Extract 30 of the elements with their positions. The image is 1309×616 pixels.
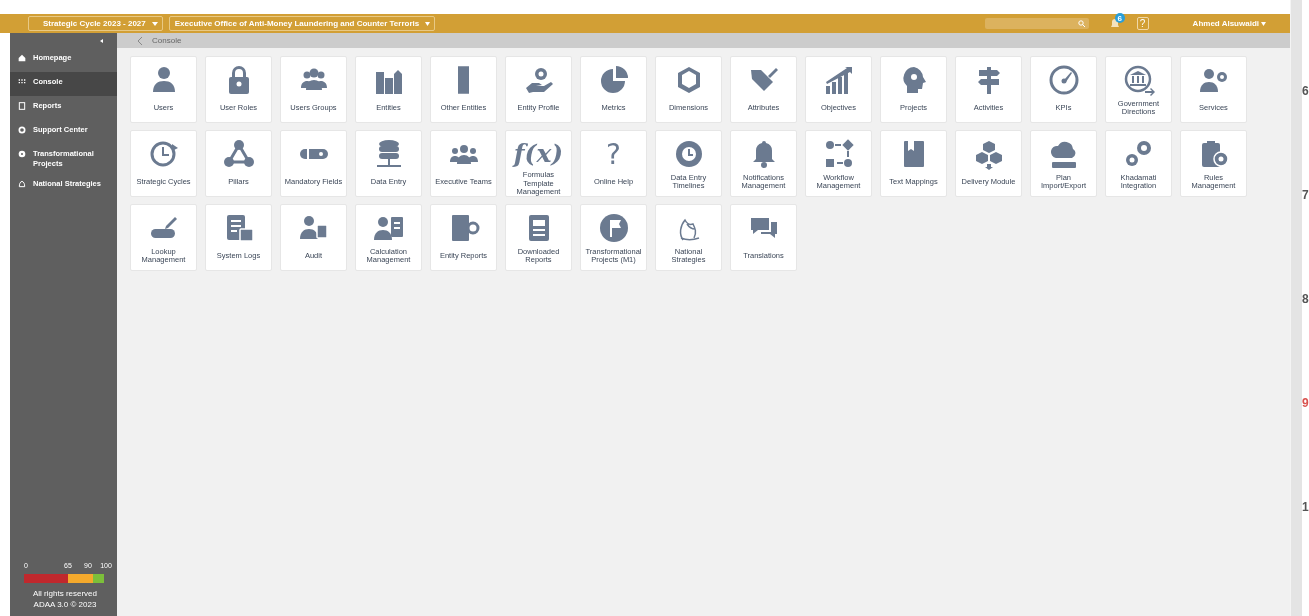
bell-icon[interactable] — [1110, 19, 1119, 28]
notification-badge: 6 — [1114, 13, 1125, 23]
caret-icon — [425, 21, 431, 26]
scrollbar[interactable] — [1290, 0, 1302, 616]
circle-icon — [18, 126, 26, 134]
gauge-icon — [1047, 64, 1080, 96]
glyph-icon: f(x) — [513, 138, 564, 170]
caret-icon — [151, 21, 158, 26]
footer-text: ADAA 3.0 © 2023 — [32, 599, 98, 610]
partial-number: 1 — [1302, 500, 1309, 514]
back-icon[interactable] — [137, 36, 142, 45]
flag-circle-icon — [597, 212, 630, 244]
caret-icon — [1261, 21, 1266, 26]
building-icon — [458, 66, 469, 94]
collapse-icon[interactable] — [100, 38, 103, 43]
search-field[interactable] — [984, 18, 1089, 29]
home-icon — [18, 54, 26, 62]
partial-number: 9 — [1302, 396, 1309, 410]
partial-number: 7 — [1302, 188, 1309, 202]
bank-icon — [1122, 64, 1155, 96]
footer-text: All rights reserved — [32, 588, 98, 599]
breadcrumb: Console — [152, 36, 182, 45]
glyph-icon: ? — [606, 137, 621, 171]
target-icon — [18, 150, 26, 158]
partial-number: 6 — [1302, 84, 1309, 98]
grid-icon — [18, 78, 26, 86]
report-icon — [18, 102, 26, 110]
search-icon — [1077, 20, 1085, 27]
network-triangle-icon — [222, 138, 255, 170]
partial-number: 8 — [1302, 292, 1309, 306]
